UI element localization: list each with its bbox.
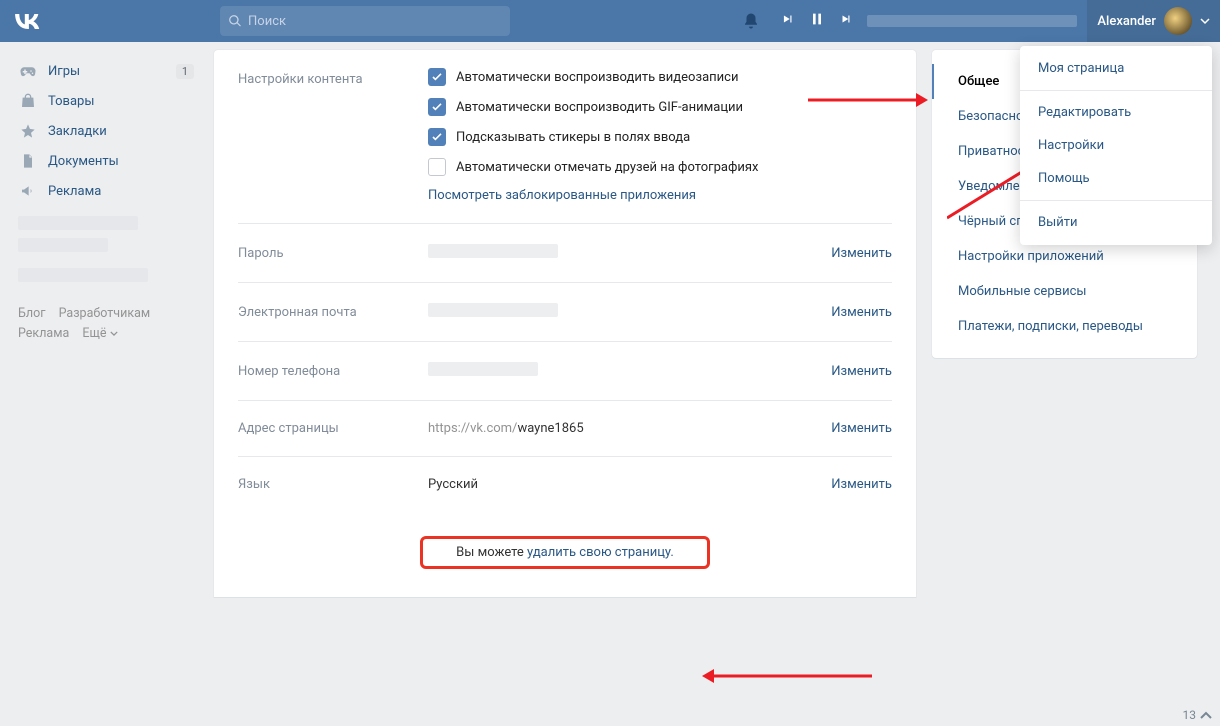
sidebar-item-label: Документы — [48, 154, 119, 169]
email-label: Электронная почта — [238, 305, 428, 320]
dd-exit[interactable]: Выйти — [1020, 206, 1212, 239]
checkbox-label: Подсказывать стикеры в полях ввода — [456, 130, 690, 145]
email-change-link[interactable]: Изменить — [831, 305, 892, 320]
sidebar-extra — [8, 206, 200, 282]
delete-page-link[interactable]: удалить свою страницу. — [527, 545, 674, 560]
chevron-down-icon — [1200, 16, 1210, 26]
email-value — [428, 303, 558, 317]
sidebar-item-ads[interactable]: Реклама — [8, 176, 200, 206]
lang-value: Русский — [428, 477, 812, 492]
audio-player — [781, 11, 1077, 31]
settings-panel: Настройки контента Автоматически воспрои… — [214, 50, 916, 597]
search-placeholder: Поиск — [248, 14, 286, 29]
user-dropdown: Моя страница Редактировать Настройки Пом… — [1020, 46, 1212, 245]
footer-blog[interactable]: Блог — [18, 306, 45, 321]
sidebar-item-games[interactable]: Игры 1 — [8, 56, 200, 86]
sidebar-item-market[interactable]: Товары — [8, 86, 200, 116]
megaphone-icon — [18, 183, 38, 199]
delete-page-block: Вы можете удалить свою страницу. — [420, 536, 710, 569]
track-title-placeholder[interactable] — [867, 15, 1077, 27]
rtab-payments[interactable]: Платежи, подписки, переводы — [932, 309, 1197, 344]
checkbox-label: Автоматически отмечать друзей на фотогра… — [456, 160, 758, 175]
checkbox-icon — [428, 158, 446, 176]
password-value — [428, 244, 558, 258]
checkbox-icon — [428, 128, 446, 146]
lang-label: Язык — [238, 477, 428, 492]
prev-track-button[interactable] — [781, 12, 795, 30]
search-icon — [228, 14, 242, 28]
address-value: wayne1865 — [517, 421, 583, 436]
dd-edit[interactable]: Редактировать — [1020, 96, 1212, 129]
notifications-button[interactable] — [731, 12, 771, 30]
check-auto-gif[interactable]: Автоматически воспроизводить GIF-анимаци… — [428, 98, 892, 116]
sidebar-item-label: Реклама — [48, 184, 101, 199]
delete-prefix: Вы можете — [456, 545, 527, 560]
blocked-apps-link[interactable]: Посмотреть заблокированные приложения — [428, 188, 892, 203]
top-header: Поиск Alexander — [0, 0, 1220, 42]
avatar — [1164, 7, 1192, 35]
phone-change-link[interactable]: Изменить — [831, 364, 892, 379]
user-menu-button[interactable]: Alexander — [1087, 0, 1220, 42]
bell-icon — [742, 12, 760, 30]
sidebar-badge: 1 — [176, 64, 194, 79]
star-icon — [18, 123, 38, 139]
checkbox-label: Автоматически воспроизводить GIF-анимаци… — [456, 100, 743, 115]
next-track-button[interactable] — [839, 12, 853, 30]
password-change-link[interactable]: Изменить — [831, 246, 892, 261]
pause-button[interactable] — [809, 11, 825, 31]
phone-label: Номер телефона — [238, 364, 428, 379]
chevron-up-icon — [1200, 710, 1212, 720]
footer-more[interactable]: Ещё — [82, 326, 117, 341]
footer-dev[interactable]: Разработчикам — [59, 306, 151, 321]
checkbox-label: Автоматически воспроизводить видеозаписи — [456, 70, 738, 85]
sidebar-item-label: Товары — [48, 94, 94, 109]
counter-value: 13 — [1183, 708, 1197, 722]
sidebar-item-bookmarks[interactable]: Закладки — [8, 116, 200, 146]
username-label: Alexander — [1097, 14, 1156, 29]
dd-my-page[interactable]: Моя страница — [1020, 52, 1212, 85]
annotation-arrow — [702, 666, 872, 686]
vk-logo[interactable] — [4, 0, 50, 42]
content-settings-label: Настройки контента — [238, 68, 428, 87]
check-stickers[interactable]: Подсказывать стикеры в полях ввода — [428, 128, 892, 146]
footer-links: Блог Разработчикам Реклама Ещё — [8, 290, 200, 358]
checkbox-icon — [428, 68, 446, 86]
address-prefix: https://vk.com/ — [428, 421, 517, 436]
footer-ads[interactable]: Реклама — [18, 326, 69, 341]
address-change-link[interactable]: Изменить — [831, 421, 892, 436]
address-label: Адрес страницы — [238, 421, 428, 436]
left-sidebar: Игры 1 Товары Закладки Документы Реклама… — [8, 50, 200, 597]
bottom-counter[interactable]: 13 — [1183, 708, 1213, 722]
dd-settings[interactable]: Настройки — [1020, 129, 1212, 162]
phone-value — [428, 362, 538, 376]
bag-icon — [18, 93, 38, 109]
rtab-mobile[interactable]: Мобильные сервисы — [932, 274, 1197, 309]
password-label: Пароль — [238, 246, 428, 261]
sidebar-item-docs[interactable]: Документы — [8, 146, 200, 176]
search-input[interactable]: Поиск — [220, 6, 510, 36]
sidebar-item-label: Игры — [48, 64, 80, 79]
checkbox-icon — [428, 98, 446, 116]
gamepad-icon — [18, 62, 38, 80]
document-icon — [18, 153, 38, 169]
lang-change-link[interactable]: Изменить — [831, 477, 892, 492]
check-auto-video[interactable]: Автоматически воспроизводить видеозаписи — [428, 68, 892, 86]
dd-help[interactable]: Помощь — [1020, 162, 1212, 195]
sidebar-item-label: Закладки — [48, 124, 107, 139]
check-auto-tag[interactable]: Автоматически отмечать друзей на фотогра… — [428, 158, 892, 176]
